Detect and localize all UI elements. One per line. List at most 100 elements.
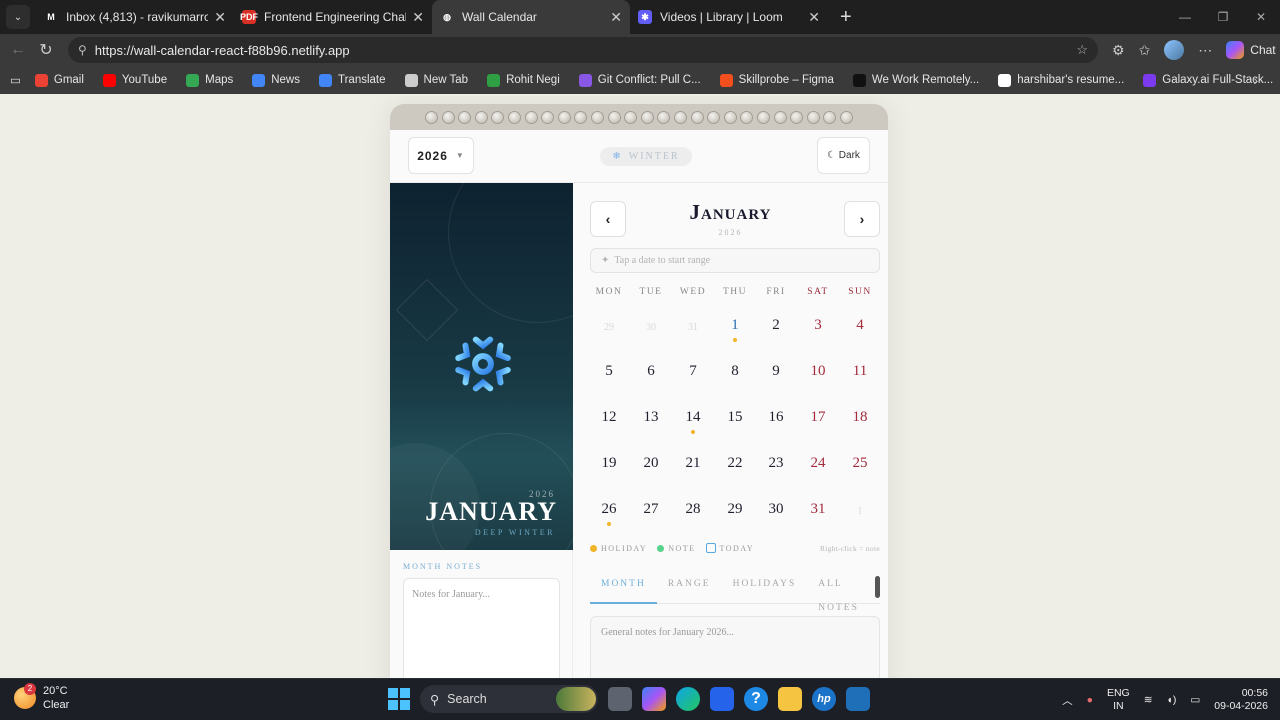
language-indicator[interactable]: ENG IN	[1107, 687, 1130, 713]
copilot-app-icon[interactable]	[642, 687, 666, 711]
profile-avatar[interactable]	[1164, 40, 1185, 60]
day-cell[interactable]: 21	[672, 447, 714, 489]
vscode-icon[interactable]	[846, 687, 870, 711]
back-button[interactable]: ←	[4, 41, 32, 59]
day-cell[interactable]: 10	[797, 355, 839, 397]
notes-tab-all-notes[interactable]: ALL NOTES	[807, 572, 880, 613]
bookmark-item[interactable]: Git Conflict: Pull C...	[578, 73, 701, 87]
site-info-icon[interactable]: ⚲	[78, 43, 87, 57]
day-cell[interactable]: 1	[714, 309, 756, 351]
edge-browser-icon[interactable]	[676, 687, 700, 711]
copilot-chat-button[interactable]: Chat	[1226, 41, 1276, 59]
day-cell[interactable]: 8	[714, 355, 756, 397]
close-window-button[interactable]: ✕	[1242, 0, 1280, 34]
more-menu-icon[interactable]: ⋯	[1198, 42, 1212, 59]
microphone-icon[interactable]: ●	[1087, 694, 1093, 706]
battery-icon[interactable]: ▭	[1190, 694, 1200, 706]
day-cell[interactable]: 13	[630, 401, 672, 443]
hp-icon[interactable]: hp	[812, 687, 836, 711]
favorites-icon[interactable]: ✩	[1139, 42, 1151, 59]
bookmarks-overflow-icon[interactable]: ›	[1253, 72, 1258, 88]
reload-button[interactable]: ↻	[32, 40, 60, 60]
minimize-button[interactable]: —	[1166, 0, 1204, 34]
tray-overflow-icon[interactable]: ︿	[1062, 693, 1073, 708]
day-cell[interactable]: 4	[839, 309, 881, 351]
favorite-star-icon[interactable]: ☆	[1076, 42, 1088, 58]
day-cell[interactable]: 31	[797, 493, 839, 535]
extensions-icon[interactable]: ⚙	[1112, 42, 1125, 59]
maximize-button[interactable]: ❐	[1204, 0, 1242, 34]
tab-actions-button[interactable]: ⌄	[6, 5, 30, 29]
file-explorer-icon[interactable]	[778, 687, 802, 711]
bookmark-item[interactable]: Translate	[319, 73, 386, 87]
notes-tab-range[interactable]: RANGE	[657, 572, 722, 604]
day-cell[interactable]: 9	[755, 355, 797, 397]
day-cell[interactable]: 28	[672, 493, 714, 535]
bookmark-item[interactable]: Rohit Negi	[487, 73, 560, 87]
day-cell[interactable]: 12	[588, 401, 630, 443]
bookmark-item[interactable]: New Tab	[404, 73, 468, 87]
day-cell[interactable]: 17	[797, 401, 839, 443]
day-cell[interactable]: 2	[755, 309, 797, 351]
notes-tab-month[interactable]: MONTH	[590, 572, 657, 604]
tab-close-icon[interactable]: ✕	[412, 9, 424, 26]
day-cell[interactable]: 6	[630, 355, 672, 397]
bookmark-item[interactable]: harshibar's resume...	[998, 73, 1124, 87]
taskbar-search[interactable]: ⚲ Search	[420, 685, 598, 713]
windows-start-icon[interactable]	[388, 688, 410, 710]
day-number: 5	[605, 363, 613, 379]
browser-tab[interactable]: PDF Frontend Engineering Challenge_ ✕	[234, 0, 432, 34]
clock[interactable]: 00:56 09-04-2026	[1214, 687, 1268, 713]
wifi-icon[interactable]: ≋	[1144, 694, 1153, 706]
day-cell[interactable]: 15	[714, 401, 756, 443]
bookmark-item[interactable]: Maps	[186, 73, 233, 87]
next-month-button[interactable]: ›	[844, 201, 880, 237]
day-cell[interactable]: 22	[714, 447, 756, 489]
day-cell[interactable]: 30	[755, 493, 797, 535]
tab-close-icon[interactable]: ✕	[610, 9, 622, 26]
tab-close-icon[interactable]: ✕	[214, 9, 226, 26]
help-icon[interactable]: ?	[744, 687, 768, 711]
general-notes-textarea[interactable]: General notes for January 2026...	[590, 616, 880, 678]
tabs-scrollbar[interactable]	[875, 576, 880, 598]
day-cell[interactable]: 25	[839, 447, 881, 489]
day-cell[interactable]: 14	[672, 401, 714, 443]
day-cell[interactable]: 23	[755, 447, 797, 489]
url-field[interactable]: ⚲ https://wall-calendar-react-f88b96.net…	[68, 37, 1098, 63]
day-cell[interactable]: 18	[839, 401, 881, 443]
collections-icon[interactable]: ▭	[10, 73, 21, 87]
day-cell[interactable]: 29	[714, 493, 756, 535]
volume-icon[interactable]: ◖)	[1167, 694, 1177, 706]
bookmark-item[interactable]: News	[252, 73, 300, 87]
day-cell[interactable]: 7	[672, 355, 714, 397]
weather-widget[interactable]: 2 20°C Clear	[14, 683, 69, 712]
store-icon[interactable]	[710, 687, 734, 711]
bookmark-item[interactable]: YouTube	[102, 73, 167, 87]
day-cell[interactable]: 27	[630, 493, 672, 535]
day-cell[interactable]: 19	[588, 447, 630, 489]
browser-tab[interactable]: ✱ Videos | Library | Loom ✕	[630, 0, 828, 34]
day-cell[interactable]: 1	[839, 493, 881, 535]
day-cell[interactable]: 11	[839, 355, 881, 397]
new-tab-button[interactable]: +	[840, 6, 852, 29]
browser-tab[interactable]: ◍ Wall Calendar ✕	[432, 0, 630, 34]
notes-tab-holidays[interactable]: HOLIDAYS	[722, 572, 808, 604]
task-view-icon[interactable]	[608, 687, 632, 711]
day-cell[interactable]: 30	[630, 309, 672, 351]
month-notes-textarea[interactable]: Notes for January...	[403, 578, 560, 678]
day-cell[interactable]: 31	[672, 309, 714, 351]
day-cell[interactable]: 26	[588, 493, 630, 535]
bookmark-item[interactable]: Skillprobe – Figma	[719, 73, 834, 87]
day-cell[interactable]: 29	[588, 309, 630, 351]
day-cell[interactable]: 20	[630, 447, 672, 489]
bookmark-item[interactable]: We Work Remotely...	[852, 73, 979, 87]
day-cell[interactable]: 5	[588, 355, 630, 397]
tab-close-icon[interactable]: ✕	[808, 9, 820, 26]
dark-mode-toggle[interactable]: ☾ Dark	[817, 137, 870, 174]
year-select[interactable]: 2026 ▼	[408, 137, 474, 174]
day-cell[interactable]: 3	[797, 309, 839, 351]
day-cell[interactable]: 24	[797, 447, 839, 489]
day-cell[interactable]: 16	[755, 401, 797, 443]
browser-tab[interactable]: M Inbox (4,813) - ravikumarrohit17@ ✕	[36, 0, 234, 34]
bookmark-item[interactable]: Gmail	[34, 73, 84, 87]
